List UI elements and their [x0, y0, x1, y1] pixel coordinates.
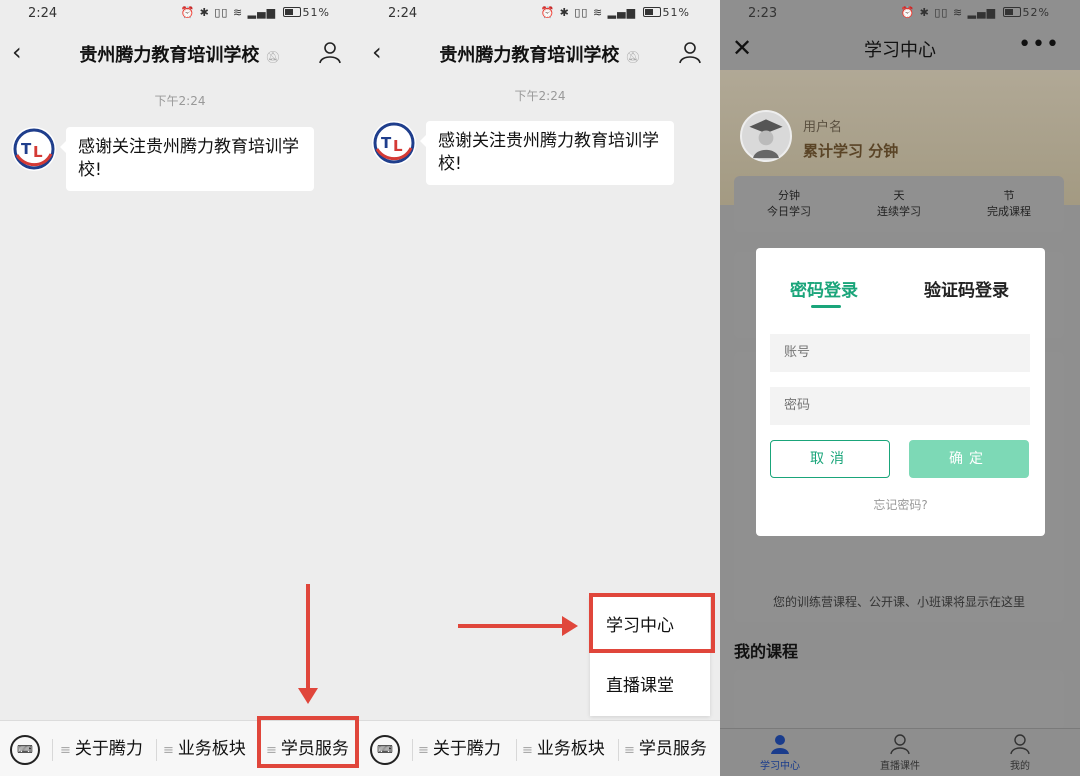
chat-navbar: ‹ 贵州腾力教育培训学校 🔕︎: [0, 30, 360, 76]
battery-icon: [282, 7, 301, 17]
menu-bar: ⌨ ≡ 关于腾力 ≡ 业务板块 ≡ 学员服务: [360, 720, 720, 776]
svg-text:T: T: [381, 134, 392, 152]
username: 用户名: [803, 120, 843, 135]
my-courses-heading: 我的课程: [734, 642, 799, 661]
menu-about[interactable]: ≡ 关于腾力: [418, 721, 501, 776]
chat-title: 贵州腾力教育培训学校 🔕︎: [439, 45, 641, 66]
user-icon: [771, 735, 789, 754]
stat-completed: 节完成课程: [987, 189, 1031, 218]
tab-learning-center[interactable]: 学习中心: [735, 733, 825, 772]
menu-business[interactable]: ≡ 业务板块: [163, 721, 246, 776]
menu-list-icon: ≡: [60, 743, 71, 758]
divider: [412, 739, 413, 761]
red-arrow-right: [458, 624, 568, 628]
learning-navbar: ✕ 学习中心 •••: [720, 30, 1080, 70]
user-avatar[interactable]: [740, 110, 792, 162]
school-logo-avatar[interactable]: TL: [372, 121, 416, 165]
cancel-button[interactable]: 取消: [770, 440, 890, 478]
keyboard-icon[interactable]: ⌨: [370, 735, 400, 765]
divider: [516, 739, 517, 761]
svg-text:L: L: [393, 137, 403, 155]
chat-navbar: ‹ 贵州腾力教育培训学校 🔕︎: [360, 30, 720, 76]
menu-about[interactable]: ≡ 关于腾力: [60, 721, 143, 776]
highlight-box: [257, 716, 359, 768]
my-courses-card: [734, 670, 1064, 730]
active-tab-indicator: [811, 305, 841, 308]
status-bar: 2:23 ⏰ ✱ ▯▯ ≋ ▂▄▆ 52%: [720, 0, 1080, 30]
profile-icon[interactable]: [678, 40, 702, 64]
tab-code-login[interactable]: 验证码登录: [924, 276, 1009, 301]
menu-list-icon: ≡: [418, 743, 429, 758]
battery-icon: [1002, 7, 1021, 17]
tab-live-courseware[interactable]: 直播课件: [855, 733, 945, 772]
highlight-box: [589, 593, 715, 653]
forgot-password-link[interactable]: 忘记密码?: [756, 496, 1045, 513]
menu-list-icon: ≡: [522, 743, 533, 758]
school-logo-avatar[interactable]: TL: [12, 127, 56, 171]
divider: [52, 739, 53, 761]
status-icons: ⏰ ✱ ▯▯ ≋ ▂▄▆ 51%: [540, 6, 690, 19]
bottom-tab-bar: 学习中心 直播课件 我的: [720, 728, 1080, 776]
user-icon: [1010, 734, 1030, 755]
tab-mine[interactable]: 我的: [975, 733, 1065, 772]
password-input[interactable]: [770, 387, 1030, 425]
message-bubble: 感谢关注贵州腾力教育培训学校!: [60, 127, 314, 191]
status-time: 2:24: [28, 6, 58, 21]
svg-text:T: T: [21, 140, 32, 158]
keyboard-icon[interactable]: ⌨: [10, 735, 40, 765]
divider: [618, 739, 619, 761]
menu-business[interactable]: ≡ 业务板块: [522, 721, 605, 776]
confirm-button[interactable]: 确定: [909, 440, 1029, 478]
stat-today: 分钟 今日学习: [767, 189, 811, 218]
status-time: 2:23: [748, 6, 778, 21]
status-bar: 2:24 ⏰ ✱ ▯▯ ≋ ▂▄▆ 51%: [0, 0, 360, 30]
divider: [156, 739, 157, 761]
chat-screen-1: 2:24 ⏰ ✱ ▯▯ ≋ ▂▄▆ 51% ‹ 贵州腾力教育培训学校 🔕︎ 下午2…: [0, 0, 360, 776]
total-study-time: 累计学习 分钟: [803, 142, 899, 160]
battery-percent: 51%: [662, 6, 690, 19]
login-modal: 密码登录 验证码登录 取消 确定 忘记密码?: [756, 248, 1045, 536]
red-arrowhead: [298, 688, 318, 704]
menu-list-icon: ≡: [163, 743, 174, 758]
svg-text:L: L: [33, 143, 43, 161]
more-icon[interactable]: •••: [1018, 32, 1060, 57]
battery-percent: 51%: [302, 6, 330, 19]
stat-streak: 天连续学习: [877, 189, 921, 218]
status-icons: ⏰ ✱ ▯▯ ≋ ▂▄▆ 51%: [180, 6, 330, 19]
empty-state-text: 您的训练营课程、公开课、小班课将显示在这里: [772, 595, 1025, 609]
learning-center-screen: 2:23 ⏰ ✱ ▯▯ ≋ ▂▄▆ 52% ✕ 学习中心 ••• 用户名 累计学…: [720, 0, 1080, 776]
status-time: 2:24: [388, 6, 418, 21]
message-timestamp: 下午2:24: [154, 94, 206, 108]
red-arrowhead: [562, 616, 578, 636]
message-timestamp: 下午2:24: [514, 89, 566, 103]
battery-percent: 52%: [1022, 6, 1050, 19]
menu-student-services[interactable]: ≡ 学员服务: [624, 721, 707, 776]
status-bar: 2:24 ⏰ ✱ ▯▯ ≋ ▂▄▆ 51%: [360, 0, 720, 30]
chat-screen-2: 2:24 ⏰ ✱ ▯▯ ≋ ▂▄▆ 51% ‹ 贵州腾力教育培训学校 🔕︎ 下午2…: [360, 0, 720, 776]
message-bubble: 感谢关注贵州腾力教育培训学校!: [420, 121, 674, 185]
battery-icon: [642, 7, 661, 17]
user-icon: [890, 734, 910, 755]
tab-password-login[interactable]: 密码登录: [790, 276, 858, 301]
mute-icon: 🔕︎: [625, 50, 641, 64]
submenu-live-class[interactable]: 直播课堂: [590, 656, 710, 716]
mute-icon: 🔕︎: [265, 50, 281, 64]
chat-title: 贵州腾力教育培训学校 🔕︎: [79, 45, 281, 66]
status-icons: ⏰ ✱ ▯▯ ≋ ▂▄▆ 52%: [900, 6, 1050, 19]
red-arrow-down: [306, 584, 310, 694]
menu-list-icon: ≡: [624, 743, 635, 758]
stats-card: 分钟 今日学习 天连续学习 节完成课程: [734, 176, 1064, 232]
profile-icon[interactable]: [318, 40, 342, 64]
account-input[interactable]: [770, 334, 1030, 372]
